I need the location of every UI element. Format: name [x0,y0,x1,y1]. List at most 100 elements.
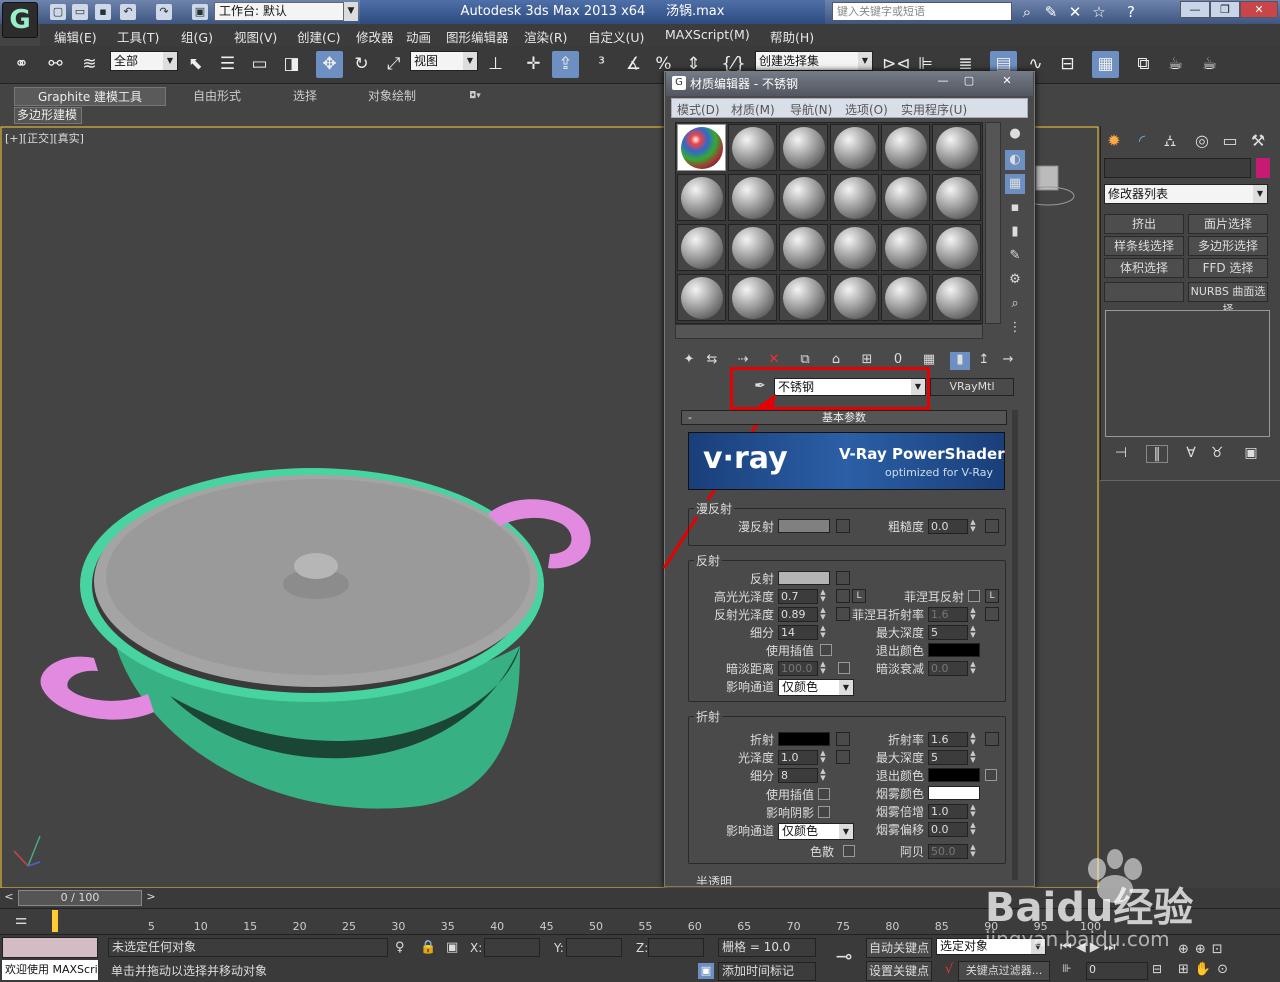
selection-lock-icon[interactable]: 🔒 [420,940,436,955]
hilight-lock-button[interactable]: L [852,589,866,603]
editor-minimize-button[interactable]: — [932,73,954,88]
mat-menu-options[interactable]: 选项(O) [845,101,888,118]
material-editor-icon[interactable]: ▦ [1092,51,1119,78]
app-logo-icon[interactable]: G [2,2,38,38]
selection-filter-dropdown[interactable]: 全部 ▼ [110,51,178,71]
material-slot[interactable] [677,224,726,271]
editor-maximize-button[interactable]: ▢ [958,73,980,88]
utilities-tab-icon[interactable]: ⚒ [1246,130,1270,152]
extrude-button[interactable]: 挤出 [1104,214,1184,234]
material-slot[interactable] [677,274,726,321]
isolate-selection-icon[interactable]: ♀ [395,940,409,955]
material-slot[interactable] [932,224,981,271]
mat-menu-utilities[interactable]: 实用程序(U) [901,101,967,118]
redo-icon[interactable]: ↷ [156,4,172,20]
tab-freeform[interactable]: 自由形式 [175,87,259,106]
chevron-down-icon[interactable]: ▼ [839,824,853,839]
time-next-icon[interactable]: > [144,890,158,906]
roughness-spinner[interactable]: 0.0 [928,519,968,534]
material-slot[interactable] [830,174,879,221]
new-file-icon[interactable]: ▢ [50,4,66,20]
chevron-down-icon[interactable]: ▼ [858,52,872,70]
fog-bias-spinner[interactable]: 0.0 [928,822,968,837]
options-icon[interactable]: ⚙ [1005,270,1025,290]
reflect-color-swatch[interactable] [778,571,830,585]
chevron-down-icon[interactable]: ▼ [839,680,853,695]
refract-affect-dropdown[interactable]: 仅颜色 ▼ [778,823,854,840]
fog-color-swatch[interactable] [928,786,980,800]
maxscript-welcome-text[interactable]: 欢迎使用 MAXScript [2,960,98,980]
mat-menu-modes[interactable]: 模式(D) [677,101,720,118]
configure-sets-icon[interactable]: ▣ [1240,445,1262,463]
make-unique-icon[interactable]: ∀ [1180,445,1202,463]
chevron-down-icon[interactable]: ▼ [163,52,177,70]
material-slot[interactable] [728,274,777,321]
empty-mod-button[interactable] [1104,282,1184,302]
menu-maxscript[interactable]: MAXScript(M) [665,27,750,42]
spinner-arrows-icon[interactable]: ▲ ▼ [968,519,978,534]
volume-select-button[interactable]: 体积选择 [1104,258,1184,278]
y-coord-field[interactable] [566,938,622,957]
sample-type-icon[interactable]: ● [1005,124,1025,144]
reflect-map-button[interactable] [836,571,850,585]
get-material-icon[interactable]: ✦ [679,352,699,370]
menu-create[interactable]: 创建(C) [297,27,340,46]
object-color-swatch[interactable] [1256,158,1270,178]
nurbs-select-button[interactable]: NURBS 曲面选择 [1188,282,1268,316]
material-slot[interactable] [932,274,981,321]
set-key-icon[interactable]: ⊸ [826,944,862,974]
menu-group[interactable]: 组(G) [181,27,213,46]
schematic-view-icon[interactable]: ⊟ [1054,51,1081,78]
fog-multiplier-spinner[interactable]: 1.0 [928,804,968,819]
modifier-stack[interactable] [1105,310,1270,437]
material-slot[interactable] [830,274,879,321]
material-slot[interactable] [932,124,981,171]
snaps-toggle-icon[interactable]: ³ [588,51,615,78]
add-time-tag-button[interactable]: 添加时间标记 [718,962,816,981]
menu-views[interactable]: 视图(V) [234,27,277,46]
mat-menu-navigation[interactable]: 导航(N) [790,101,832,118]
maxscript-listener-mini[interactable] [2,937,98,958]
go-to-parent-icon[interactable]: ↥ [974,352,994,370]
material-map-navigator-icon[interactable]: ⋮ [1005,318,1025,338]
object-name-field[interactable] [1104,158,1251,178]
collapse-icon[interactable]: - [688,411,692,424]
link-icon[interactable]: ⚭ [8,51,35,78]
spinner-arrows-icon[interactable]: ▲ ▼ [818,661,828,676]
backlight-icon[interactable]: ◐ [1005,150,1025,170]
fresnel-lock-button[interactable]: L [985,589,999,603]
select-scale-icon[interactable]: ⤢ [380,51,407,78]
pivot-center-icon[interactable]: ⊥ [482,51,509,78]
pin-stack-icon[interactable]: ⊣ [1110,445,1132,463]
render-setup-icon[interactable]: ⧉ [1130,51,1157,78]
poly-select-button[interactable]: 多边形选择 [1188,236,1268,256]
slots-hscroll[interactable] [675,324,983,339]
hilight-map-button[interactable] [836,589,850,603]
material-slot[interactable] [728,224,777,271]
spinner-arrows-icon[interactable]: ▲ ▼ [818,589,828,604]
spinner-arrows-icon[interactable]: ▲ ▼ [968,844,978,859]
modify-tab-icon[interactable]: ◜ [1130,130,1154,152]
material-slot[interactable] [779,124,828,171]
close-button[interactable]: ✕ [1240,1,1278,18]
material-slot[interactable] [677,124,726,171]
go-forward-icon[interactable]: → [998,352,1018,370]
refract-exit-checkbox[interactable] [985,769,997,781]
tab-graphite-modeling[interactable]: Graphite 建模工具 [14,87,166,106]
undo-icon[interactable]: ↶ [120,4,136,20]
material-slot[interactable] [881,274,930,321]
material-slot[interactable] [932,174,981,221]
reflect-maxdepth-spinner[interactable]: 5 [928,625,968,640]
render-production-icon[interactable]: ☕ [1196,51,1223,78]
material-slot[interactable] [779,174,828,221]
create-tab-icon[interactable]: ✹ [1102,130,1126,152]
chevron-down-icon[interactable]: ▼ [1253,185,1267,203]
material-type-button[interactable]: VRayMtl [930,378,1014,396]
menu-customize[interactable]: 自定义(U) [588,27,644,46]
material-slot[interactable] [881,124,930,171]
polygon-modeling-panel[interactable]: 多边形建模 [14,107,82,124]
diffuse-color-swatch[interactable] [778,519,830,533]
communication-icon[interactable]: ✕ [1066,3,1084,21]
patch-select-button[interactable]: 面片选择 [1188,214,1268,234]
reflect-gloss-spinner[interactable]: 0.89 [778,607,818,622]
